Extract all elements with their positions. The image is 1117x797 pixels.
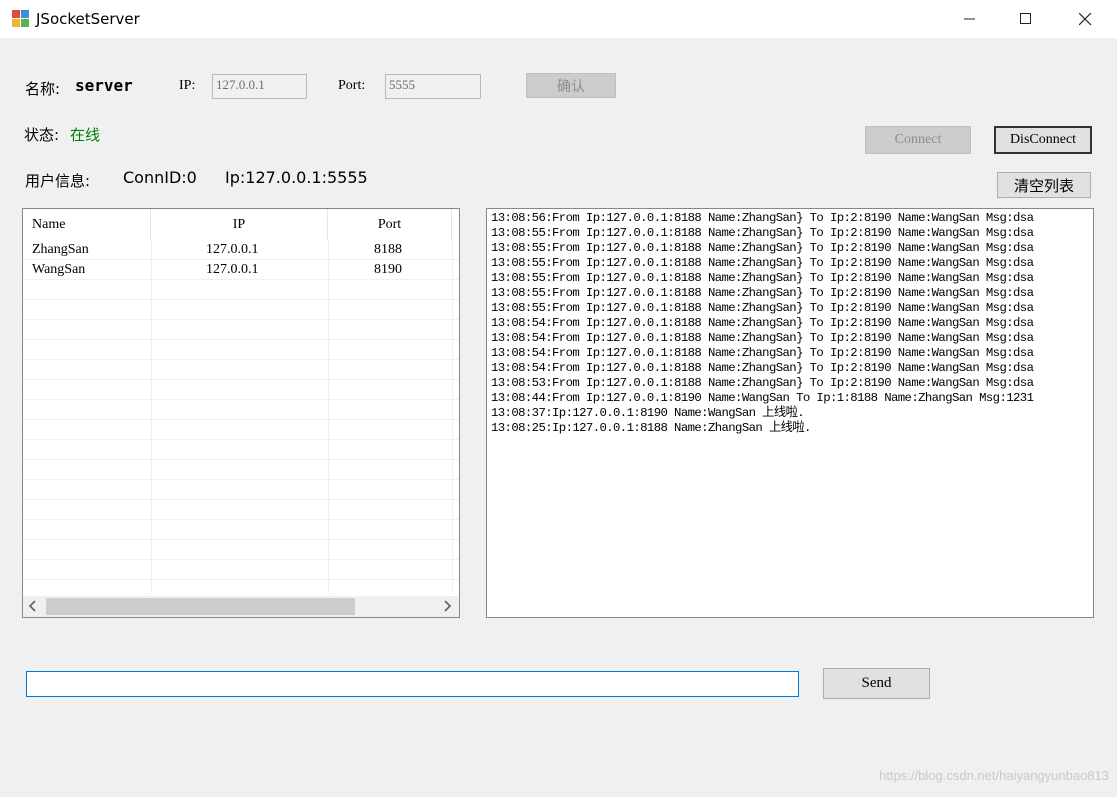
column-header-ip[interactable]: IP bbox=[151, 209, 328, 240]
grid-line bbox=[23, 520, 459, 540]
log-entry[interactable]: 13:08:37:Ip:127.0.0.1:8190 Name:WangSan … bbox=[491, 406, 805, 421]
column-header-name[interactable]: Name bbox=[23, 209, 151, 240]
grid-line bbox=[23, 320, 459, 340]
user-info-label: 用户信息: bbox=[25, 172, 91, 190]
log-entry[interactable]: 13:08:55:From Ip:127.0.0.1:8188 Name:Zha… bbox=[491, 256, 1034, 271]
confirm-button[interactable]: 确认 bbox=[526, 73, 616, 98]
log-entry[interactable]: 13:08:55:From Ip:127.0.0.1:8188 Name:Zha… bbox=[491, 286, 1034, 301]
grid-line bbox=[23, 280, 459, 300]
status-label: 状态: bbox=[24, 126, 60, 144]
grid-line bbox=[23, 380, 459, 400]
grid-line bbox=[23, 540, 459, 560]
grid-line bbox=[23, 260, 459, 280]
client-list-header: Name IP Port bbox=[23, 209, 459, 240]
message-input[interactable] bbox=[26, 671, 799, 697]
grid-line bbox=[23, 460, 459, 480]
log-entry[interactable]: 13:08:44:From Ip:127.0.0.1:8190 Name:Wan… bbox=[491, 391, 1034, 406]
log-entry[interactable]: 13:08:54:From Ip:127.0.0.1:8188 Name:Zha… bbox=[491, 316, 1034, 331]
client-list[interactable]: Name IP Port ZhangSan 127.0.0.1 8188 Wan… bbox=[22, 208, 460, 618]
grid-line bbox=[23, 240, 459, 260]
grid-line bbox=[23, 400, 459, 420]
column-header-port[interactable]: Port bbox=[328, 209, 452, 240]
minimize-icon bbox=[964, 18, 975, 20]
maximize-button[interactable] bbox=[1003, 0, 1049, 38]
log-entry[interactable]: 13:08:55:From Ip:127.0.0.1:8188 Name:Zha… bbox=[491, 271, 1034, 286]
window-title: JSocketServer bbox=[36, 10, 140, 28]
send-button[interactable]: Send bbox=[823, 668, 930, 699]
clear-list-button[interactable]: 清空列表 bbox=[997, 172, 1091, 198]
ip-label: IP: bbox=[179, 78, 196, 93]
server-name-value: server bbox=[75, 76, 133, 95]
user-ip-value: Ip:127.0.0.1:5555 bbox=[225, 168, 368, 187]
scroll-right-icon[interactable] bbox=[442, 598, 452, 617]
log-entry[interactable]: 13:08:53:From Ip:127.0.0.1:8188 Name:Zha… bbox=[491, 376, 1034, 391]
connect-button[interactable]: Connect bbox=[865, 126, 971, 154]
log-entry[interactable]: 13:08:54:From Ip:127.0.0.1:8188 Name:Zha… bbox=[491, 331, 1034, 346]
log-entry[interactable]: 13:08:55:From Ip:127.0.0.1:8188 Name:Zha… bbox=[491, 226, 1034, 241]
message-log-list[interactable]: 13:08:56:From Ip:127.0.0.1:8188 Name:Zha… bbox=[486, 208, 1094, 618]
grid-line bbox=[23, 500, 459, 520]
app-icon bbox=[12, 10, 29, 27]
port-label: Port: bbox=[338, 78, 366, 93]
name-label: 名称: bbox=[25, 80, 61, 98]
close-icon bbox=[1078, 12, 1091, 25]
log-entry[interactable]: 13:08:55:From Ip:127.0.0.1:8188 Name:Zha… bbox=[491, 241, 1034, 256]
grid-line bbox=[23, 360, 459, 380]
grid-line bbox=[23, 560, 459, 580]
grid-column-line bbox=[151, 240, 152, 594]
grid-column-line bbox=[328, 240, 329, 594]
conn-id-value: ConnID:0 bbox=[123, 168, 197, 187]
disconnect-button[interactable]: DisConnect bbox=[994, 126, 1092, 154]
grid-line bbox=[23, 480, 459, 500]
status-value: 在线 bbox=[70, 126, 101, 144]
log-entry[interactable]: 13:08:56:From Ip:127.0.0.1:8188 Name:Zha… bbox=[491, 211, 1034, 226]
log-entry[interactable]: 13:08:25:Ip:127.0.0.1:8188 Name:ZhangSan… bbox=[491, 421, 811, 436]
grid-column-line bbox=[452, 240, 453, 594]
watermark-text: https://blog.csdn.net/haiyangyunbao813 bbox=[879, 768, 1109, 783]
log-entry[interactable]: 13:08:55:From Ip:127.0.0.1:8188 Name:Zha… bbox=[491, 301, 1034, 316]
scrollbar-thumb[interactable] bbox=[46, 598, 355, 615]
maximize-icon bbox=[1020, 13, 1031, 24]
grid-line bbox=[23, 340, 459, 360]
grid-line bbox=[23, 420, 459, 440]
close-button[interactable] bbox=[1062, 0, 1108, 38]
log-entry[interactable]: 13:08:54:From Ip:127.0.0.1:8188 Name:Zha… bbox=[491, 361, 1034, 376]
scroll-left-icon[interactable] bbox=[28, 598, 38, 617]
grid-line bbox=[23, 300, 459, 320]
grid-line bbox=[23, 440, 459, 460]
minimize-button[interactable] bbox=[947, 0, 993, 38]
ip-input[interactable]: 127.0.0.1 bbox=[212, 74, 307, 99]
port-input[interactable]: 5555 bbox=[385, 74, 481, 99]
log-entry[interactable]: 13:08:54:From Ip:127.0.0.1:8188 Name:Zha… bbox=[491, 346, 1034, 361]
